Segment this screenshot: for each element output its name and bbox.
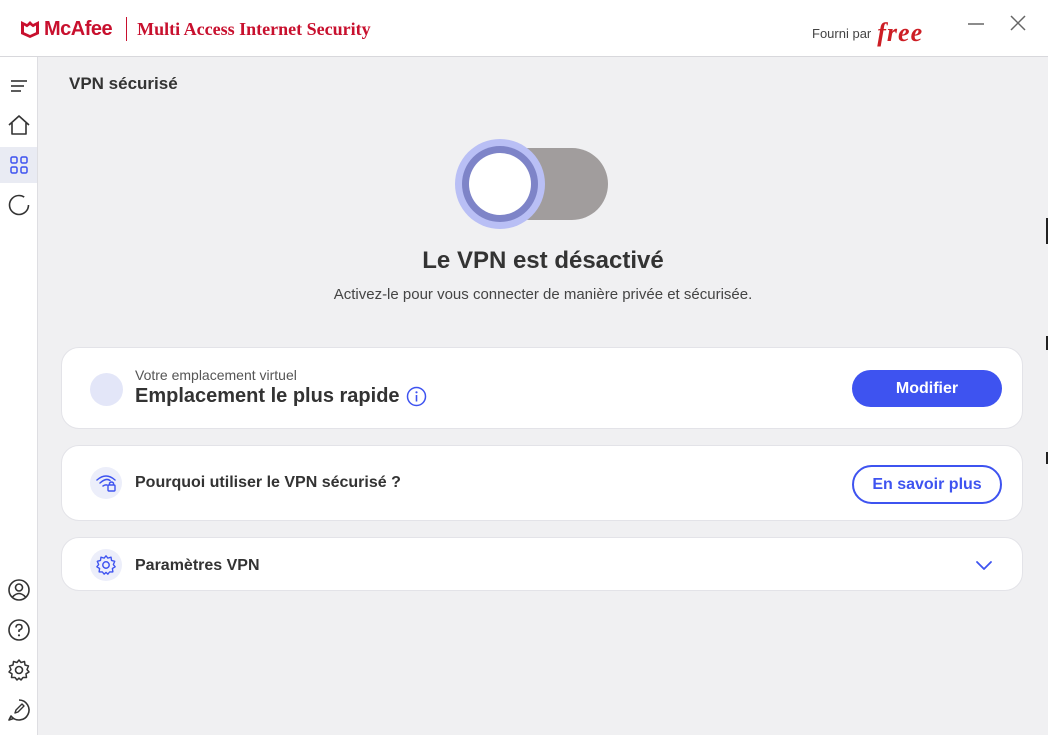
sidebar-item-apps[interactable] bbox=[0, 147, 37, 183]
modify-location-button[interactable]: Modifier bbox=[852, 370, 1002, 407]
mcafee-shield-icon bbox=[21, 21, 39, 38]
main-content: VPN sécurisé Le VPN est désactivé Active… bbox=[38, 57, 1048, 735]
page-title: VPN sécurisé bbox=[69, 74, 178, 93]
close-icon bbox=[1010, 15, 1026, 31]
location-value: Emplacement le plus rapide bbox=[135, 385, 400, 407]
help-icon bbox=[7, 619, 30, 641]
brand-divider bbox=[126, 17, 128, 41]
minimize-icon bbox=[968, 23, 984, 25]
vpn-settings-text: Paramètres VPN bbox=[135, 557, 260, 574]
grid-icon bbox=[9, 156, 28, 174]
sidebar-item-home[interactable] bbox=[0, 107, 37, 143]
home-icon bbox=[7, 115, 30, 135]
sidebar-item-account[interactable] bbox=[0, 572, 37, 608]
location-card: Votre emplacement virtuel Emplacement le… bbox=[61, 347, 1023, 429]
feedback-icon bbox=[7, 699, 30, 721]
settings-gear-icon bbox=[90, 549, 122, 581]
sidebar-item-menu[interactable] bbox=[0, 68, 37, 104]
provider-logo: free bbox=[877, 18, 924, 47]
sidebar bbox=[0, 57, 38, 735]
provided-by-label: Fourni par bbox=[812, 25, 872, 41]
why-vpn-card[interactable]: Pourquoi utiliser le VPN sécurisé ? En s… bbox=[61, 445, 1023, 521]
vpn-toggle-knob[interactable] bbox=[469, 153, 531, 215]
vpn-settings-card[interactable]: Paramètres VPN bbox=[61, 537, 1023, 591]
vpn-status-title: Le VPN est désactivé bbox=[422, 247, 664, 274]
minimize-button[interactable] bbox=[963, 10, 989, 36]
brand: McAfee Multi Access Internet Security bbox=[20, 15, 371, 43]
info-icon[interactable] bbox=[406, 386, 427, 407]
location-value-row: Emplacement le plus rapide bbox=[135, 385, 427, 408]
sidebar-item-help[interactable] bbox=[0, 612, 37, 648]
why-vpn-text: Pourquoi utiliser le VPN sécurisé ? bbox=[135, 474, 401, 491]
brand-name: McAfee bbox=[44, 17, 113, 40]
sidebar-item-settings[interactable] bbox=[0, 652, 37, 688]
vpn-toggle[interactable] bbox=[455, 139, 610, 229]
hamburger-menu-icon bbox=[10, 80, 27, 92]
circle-progress-icon bbox=[8, 194, 29, 216]
secure-wifi-icon bbox=[90, 467, 122, 499]
title-bar: McAfee Multi Access Internet Security Fo… bbox=[0, 0, 1048, 57]
location-flag-icon bbox=[90, 373, 123, 406]
learn-more-button[interactable]: En savoir plus bbox=[852, 465, 1002, 504]
location-label: Votre emplacement virtuel bbox=[135, 367, 297, 383]
sidebar-item-scan[interactable] bbox=[0, 187, 37, 223]
vpn-status-subtitle: Activez-le pour vous connecter de manièr… bbox=[333, 286, 753, 303]
user-icon bbox=[7, 579, 30, 601]
product-name: Multi Access Internet Security bbox=[137, 18, 371, 39]
chevron-down-icon[interactable] bbox=[974, 557, 994, 573]
close-button[interactable] bbox=[1005, 10, 1031, 36]
gear-icon bbox=[7, 659, 30, 681]
provider-info: Fourni par free bbox=[812, 18, 923, 48]
sidebar-item-feedback[interactable] bbox=[0, 692, 37, 728]
